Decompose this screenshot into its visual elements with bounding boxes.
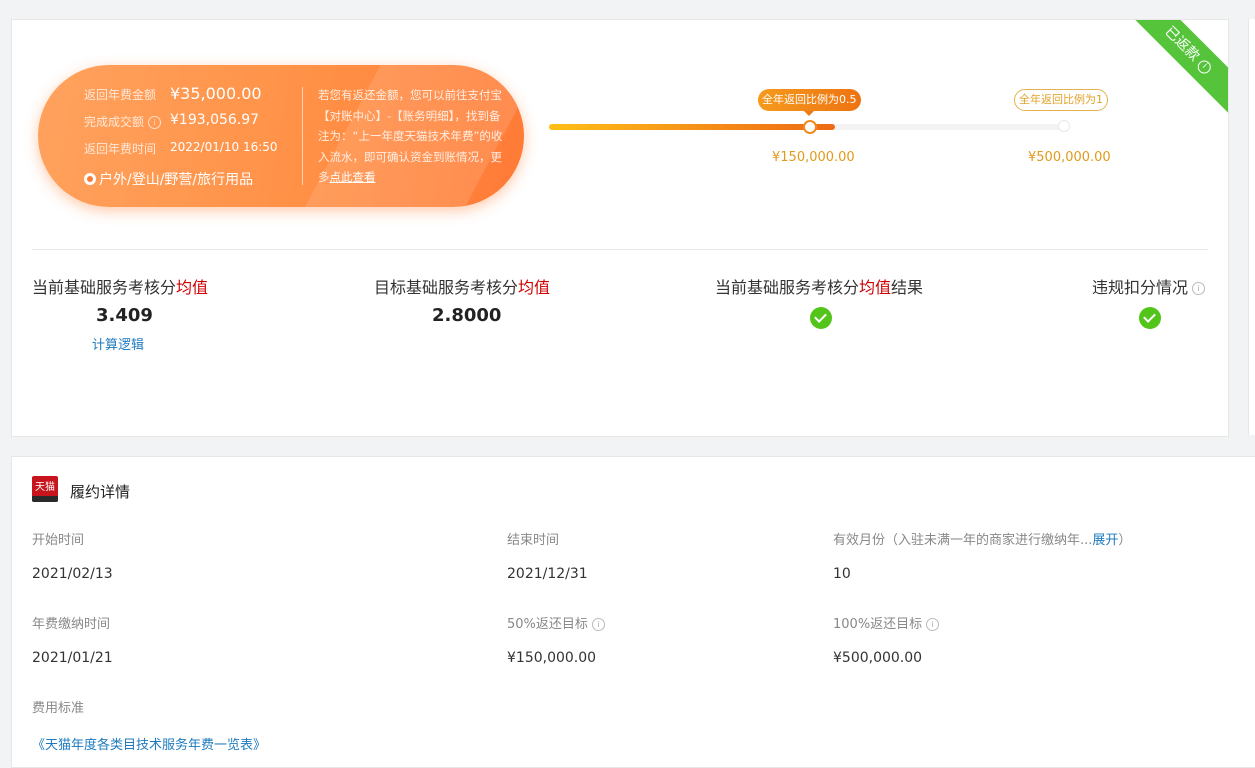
milestone-tip-1: 全年返回比例为0.5 xyxy=(758,89,861,116)
milestone-marker-2 xyxy=(1058,120,1070,132)
rebate-amount-label: 返回年费金额 xyxy=(84,88,157,102)
info-icon[interactable]: i xyxy=(591,618,605,631)
metric-value-target-score: 2.8000 xyxy=(432,305,502,326)
info-icon[interactable]: i xyxy=(148,116,162,129)
valid-months-value: 10 xyxy=(833,566,851,582)
target-50-label: 50%返还目标 i xyxy=(507,613,605,632)
rebate-time-label: 返回年费时间 xyxy=(84,142,157,156)
target-100-label: 100%返还目标 i xyxy=(833,613,940,632)
fee-standard-link[interactable]: 《天猫年度各类目技术服务年费一览表》 xyxy=(32,734,266,753)
metric-title-current-score: 当前基础服务考核分均值 xyxy=(32,278,209,297)
view-details-link[interactable]: 点此查看 xyxy=(330,170,376,184)
tmall-logo: 天猫 xyxy=(32,476,58,502)
rebate-note: 若您有返还金额，您可以前往支付宝【对账中心】-【账务明细】，找到备注为：“上一年… xyxy=(318,88,503,184)
gmv-label: 完成成交额 i xyxy=(84,113,162,130)
metric-title-score-result: 当前基础服务考核分均值结果 xyxy=(715,278,924,297)
end-time-value: 2021/12/31 xyxy=(507,566,588,582)
check-icon xyxy=(810,307,832,329)
milestone-amount-1: ¥150,000.00 xyxy=(772,150,855,165)
target-100-value: ¥500,000.00 xyxy=(833,650,923,666)
metric-title-violation: 违规扣分情况 i xyxy=(1092,274,1206,298)
pill-divider xyxy=(302,87,303,185)
gmv-value: ¥193,056.97 xyxy=(170,112,260,128)
divider xyxy=(32,249,1208,250)
rebate-amount-value: ¥35,000.00 xyxy=(170,84,262,103)
contract-details-card: 天猫 履约详情 开始时间 2021/02/13 结束时间 2021/12/31 … xyxy=(11,456,1255,768)
expand-link[interactable]: 展开 xyxy=(1092,533,1118,548)
rebate-info-pill: 返回年费金额 ¥35,000.00 完成成交额 i ¥193,056.97 返回年… xyxy=(38,65,524,207)
start-time-value: 2021/02/13 xyxy=(32,566,113,582)
category-icon xyxy=(84,173,96,185)
milestone-tip-2: 全年返回比例为1 xyxy=(1014,89,1108,111)
metric-value-current-score: 3.409 xyxy=(96,305,153,326)
calc-logic-link[interactable]: 计算逻辑 xyxy=(92,334,144,353)
fee-paid-time-label: 年费缴纳时间 xyxy=(32,617,111,632)
valid-months-label: 有效月份（入驻未满一年的商家进行缴纳年...展开） xyxy=(833,533,1132,548)
section-title: 履约详情 xyxy=(70,483,131,501)
info-icon[interactable]: i xyxy=(1195,57,1214,76)
start-time-label: 开始时间 xyxy=(32,533,85,548)
fee-paid-time-value: 2021/01/21 xyxy=(32,650,113,666)
end-time-label: 结束时间 xyxy=(507,533,560,548)
metric-title-target-score: 目标基础服务考核分均值 xyxy=(374,278,551,297)
target-50-value: ¥150,000.00 xyxy=(507,650,597,666)
info-icon[interactable]: i xyxy=(1192,282,1206,295)
check-icon xyxy=(1139,307,1161,329)
info-icon[interactable]: i xyxy=(926,618,940,631)
progress-fill xyxy=(549,124,835,130)
milestone-marker-1 xyxy=(803,120,817,134)
milestone-amount-2: ¥500,000.00 xyxy=(1028,150,1111,165)
rebate-summary-card: 已返款i 返回年费金额 ¥35,000.00 完成成交额 i ¥193,056.9… xyxy=(11,19,1229,437)
rebate-status-badge: 已返款i xyxy=(1120,20,1228,118)
fee-standard-label: 费用标准 xyxy=(32,701,85,716)
rebate-time-value: 2022/01/10 16:50 xyxy=(170,140,278,154)
right-panel-edge xyxy=(1248,19,1255,435)
category: 户外/登山/野营/旅行用品 xyxy=(84,169,253,189)
